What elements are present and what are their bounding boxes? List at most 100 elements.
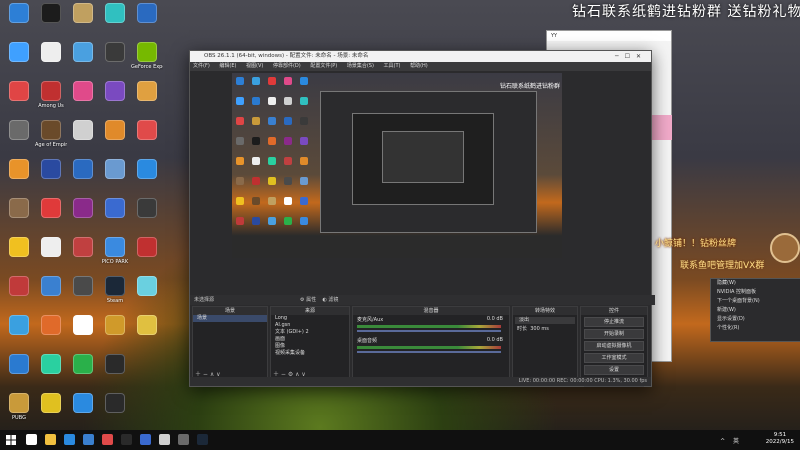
source-item[interactable]: 文本 (GDI+) 2 (271, 329, 349, 336)
desktop-icon[interactable] (3, 3, 35, 43)
settings-button[interactable]: 设置 (584, 365, 644, 375)
taskbar-clock[interactable]: 9:51 2022/9/15 (766, 432, 794, 446)
desktop-icon[interactable] (3, 315, 35, 355)
desktop-icon[interactable] (3, 198, 35, 238)
desktop-icon[interactable] (99, 42, 131, 82)
desktop-icon[interactable] (99, 3, 131, 43)
desktop-icon[interactable]: Steam (99, 276, 131, 316)
source-item[interactable]: Long (271, 315, 349, 322)
context-menu-item[interactable]: 新建(W) (711, 306, 800, 315)
volume-slider[interactable] (357, 330, 501, 332)
desktop-icon[interactable] (99, 81, 131, 121)
context-menu-item[interactable]: 个性化(R) (711, 324, 800, 333)
desktop-icon[interactable] (67, 198, 99, 238)
taskbar-app-icon[interactable] (178, 434, 189, 445)
obs-preview[interactable]: 钻石联系纸鹤进钻粉群 送钻粉礼物 (232, 73, 562, 258)
taskbar-app-icon[interactable] (102, 434, 113, 445)
context-menu-item[interactable]: 显示设置(D) (711, 315, 800, 324)
transition-select[interactable]: 淡出 (515, 317, 575, 324)
desktop-icon[interactable] (131, 276, 163, 316)
desktop-icon[interactable] (99, 315, 131, 355)
menu-file[interactable]: 文件(F) (193, 63, 210, 69)
desktop-icon[interactable] (131, 198, 163, 238)
desktop-icon[interactable] (67, 315, 99, 355)
desktop-icon[interactable] (35, 198, 67, 238)
filters-button[interactable]: ◐ 滤镜 (322, 297, 338, 303)
desktop-icon[interactable] (131, 3, 163, 43)
desktop-icon[interactable] (131, 120, 163, 160)
desktop-icon[interactable]: Among Us (35, 81, 67, 121)
start-recording-button[interactable]: 开始录制 (584, 329, 644, 339)
menu-view[interactable]: 视图(V) (246, 63, 263, 69)
context-menu-item[interactable]: 隐藏(W) (711, 279, 800, 288)
desktop-icon[interactable] (35, 276, 67, 316)
window-controls[interactable]: ─☐✕ (615, 51, 647, 62)
desktop-icon[interactable] (99, 393, 131, 433)
desktop-icon[interactable] (3, 159, 35, 199)
obs-window[interactable]: OBS 26.1.1 (64-bit, windows) - 配置文件: 未命名… (189, 50, 655, 387)
taskbar-app-icon[interactable] (197, 434, 208, 445)
desktop-icon[interactable] (67, 276, 99, 316)
desktop-icon[interactable] (99, 159, 131, 199)
properties-button[interactable]: ⚙ 属性 (300, 297, 316, 303)
taskbar-app-icon[interactable] (45, 434, 56, 445)
transition-duration[interactable]: 时长 300 ms (513, 326, 577, 333)
source-item[interactable]: 图像 (271, 343, 349, 350)
desktop-icon[interactable] (67, 3, 99, 43)
desktop-icon[interactable] (35, 159, 67, 199)
desktop-icon[interactable]: Age of Empires IV (35, 120, 67, 160)
desktop-icon[interactable] (3, 237, 35, 277)
taskbar-app-icon[interactable] (159, 434, 170, 445)
desktop-icon[interactable] (131, 81, 163, 121)
desktop-icon[interactable] (35, 315, 67, 355)
desktop-icon[interactable] (35, 354, 67, 394)
menu-profile[interactable]: 配置文件(P) (310, 63, 337, 69)
source-item[interactable]: AI.gsn (271, 322, 349, 329)
menu-docks[interactable]: 停靠部件(D) (273, 63, 301, 69)
desktop-icon[interactable] (131, 315, 163, 355)
taskbar-app-icon[interactable] (121, 434, 132, 445)
menu-tools[interactable]: 工具(T) (384, 63, 401, 69)
windows-start-icon[interactable] (6, 435, 16, 445)
desktop-icon[interactable] (67, 81, 99, 121)
taskbar-app-icon[interactable] (64, 434, 75, 445)
menu-help[interactable]: 帮助(H) (410, 63, 428, 69)
desktop-icon[interactable] (3, 276, 35, 316)
desktop-icon[interactable] (99, 120, 131, 160)
studio-mode-button[interactable]: 工作室模式 (584, 353, 644, 363)
desktop-icon[interactable] (67, 237, 99, 277)
virtual-camera-button[interactable]: 启动虚拟摄像机 (584, 341, 644, 351)
scene-item[interactable]: 场景 (193, 315, 267, 322)
taskbar-app-icon[interactable] (83, 434, 94, 445)
desktop-icon[interactable] (35, 237, 67, 277)
desktop-icon[interactable] (35, 393, 67, 433)
desktop-icon[interactable]: PICO PARK (99, 237, 131, 277)
volume-slider[interactable] (357, 351, 501, 353)
desktop-icon[interactable]: PUBG (3, 393, 35, 433)
menu-edit[interactable]: 编辑(E) (219, 63, 236, 69)
stop-stream-button[interactable]: 停止推流 (584, 317, 644, 327)
taskbar-app-icon[interactable] (26, 434, 37, 445)
context-menu-item[interactable]: 下一个桌面背景(N) (711, 297, 800, 306)
taskbar-app-icon[interactable] (140, 434, 151, 445)
desktop-icon[interactable] (3, 354, 35, 394)
desktop-icon[interactable] (99, 354, 131, 394)
desktop-icon[interactable] (67, 354, 99, 394)
desktop-icon[interactable] (67, 120, 99, 160)
desktop-icon[interactable] (131, 159, 163, 199)
desktop-icon[interactable] (131, 237, 163, 277)
desktop-icon[interactable] (3, 42, 35, 82)
source-item[interactable]: 画面 (271, 336, 349, 343)
desktop-icon[interactable] (67, 159, 99, 199)
desktop-icon[interactable] (67, 42, 99, 82)
menu-scene-collection[interactable]: 场景集合(S) (347, 63, 374, 69)
desktop-icon[interactable] (35, 42, 67, 82)
desktop-icon[interactable] (99, 198, 131, 238)
context-menu-item[interactable]: NVIDIA 控制面板 (711, 288, 800, 297)
desktop-icon[interactable] (35, 3, 67, 43)
source-item[interactable]: 视频采集设备 (271, 350, 349, 357)
desktop-icon[interactable] (3, 81, 35, 121)
desktop-icon[interactable] (67, 393, 99, 433)
desktop-icon[interactable]: GeForce Experience (131, 42, 163, 82)
desktop-icon[interactable] (3, 120, 35, 160)
